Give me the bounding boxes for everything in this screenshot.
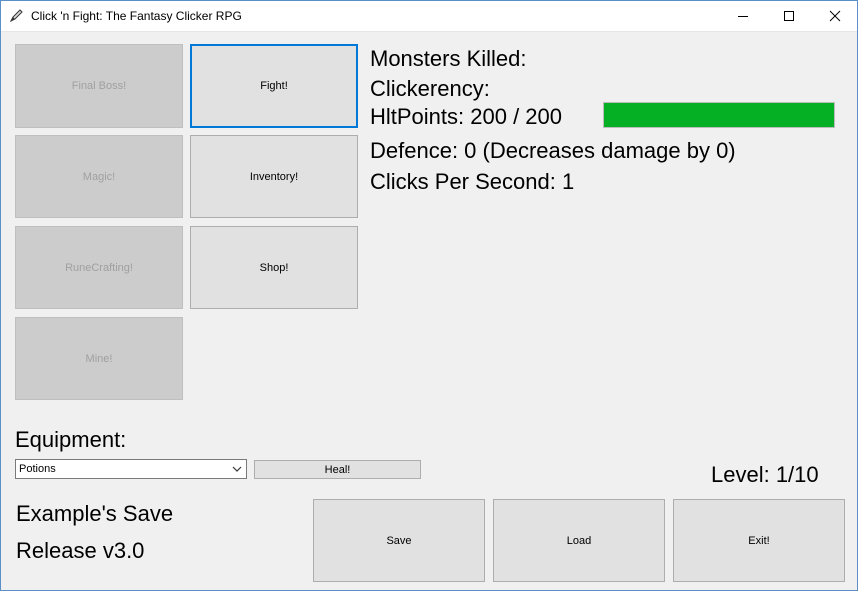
- heal-button[interactable]: Heal!: [254, 460, 421, 479]
- fight-button[interactable]: Fight!: [190, 44, 358, 128]
- shop-button[interactable]: Shop!: [190, 226, 358, 309]
- pen-icon: [9, 9, 23, 23]
- load-button[interactable]: Load: [493, 499, 665, 582]
- chevron-down-icon: [232, 466, 242, 472]
- equipment-selected-value: Potions: [19, 463, 56, 475]
- hitpoints-bar-fill: [604, 103, 834, 127]
- defence-label: Defence: 0 (Decreases damage by 0): [370, 138, 736, 163]
- minimize-button[interactable]: [720, 1, 766, 31]
- window-title: Click 'n Fight: The Fantasy Clicker RPG: [31, 9, 242, 23]
- title-bar[interactable]: Click 'n Fight: The Fantasy Clicker RPG: [1, 1, 857, 32]
- equipment-select[interactable]: Potions: [15, 459, 247, 479]
- final-boss-button[interactable]: Final Boss!: [15, 44, 183, 128]
- exit-button[interactable]: Exit!: [673, 499, 845, 582]
- maximize-button[interactable]: [766, 1, 812, 31]
- hitpoints-label: HltPoints: 200 / 200: [370, 104, 563, 129]
- mine-button[interactable]: Mine!: [15, 317, 183, 400]
- level-label: Level: 1/10: [711, 462, 819, 487]
- clickerency-label: Clickerency:: [370, 76, 490, 101]
- clicks-per-second-label: Clicks Per Second: 1: [370, 169, 575, 194]
- equipment-label: Equipment:: [15, 427, 127, 452]
- inventory-button[interactable]: Inventory!: [190, 135, 358, 218]
- runecrafting-button[interactable]: RuneCrafting!: [15, 226, 183, 309]
- app-window: Click 'n Fight: The Fantasy Clicker RPG …: [0, 0, 858, 591]
- maximize-icon: [784, 11, 794, 21]
- save-name-label: Example's Save: [16, 501, 174, 526]
- close-button[interactable]: [812, 1, 857, 31]
- hitpoints-bar: [603, 102, 835, 128]
- magic-button[interactable]: Magic!: [15, 135, 183, 218]
- version-label: Release v3.0: [16, 538, 145, 563]
- minimize-icon: [738, 16, 748, 17]
- close-icon: [829, 10, 841, 22]
- monsters-killed-label: Monsters Killed:: [370, 46, 527, 71]
- save-button[interactable]: Save: [313, 499, 485, 582]
